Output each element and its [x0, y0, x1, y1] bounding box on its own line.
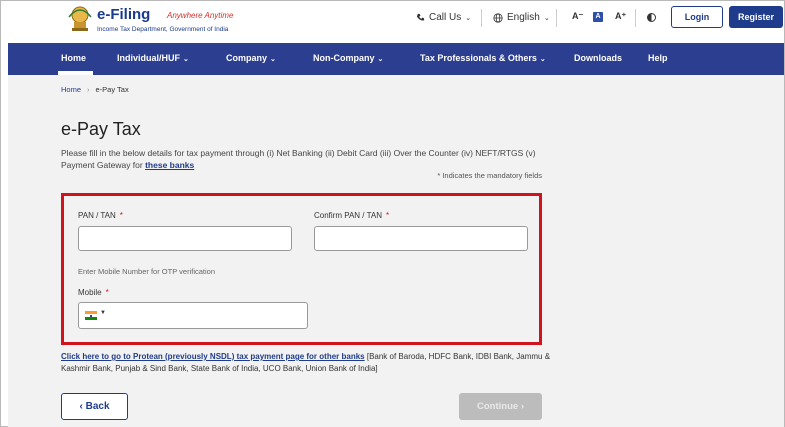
national-emblem-icon — [68, 6, 92, 31]
protean-link[interactable]: Click here to go to Protean (previously … — [61, 352, 365, 361]
country-dropdown-caret-icon[interactable]: ▼ — [100, 310, 106, 316]
nav-item-home[interactable]: Home — [61, 53, 86, 63]
page-description: Please fill in the below details for tax… — [61, 147, 551, 171]
these-banks-link[interactable]: these banks — [145, 160, 194, 170]
nav-item-individual-huf[interactable]: Individual/HUF ⌄ — [117, 53, 189, 63]
normal-font-button[interactable]: A — [593, 12, 603, 22]
pan-label-text: PAN / TAN — [78, 211, 116, 220]
chevron-down-icon: ⌄ — [543, 14, 550, 22]
mobile-input[interactable] — [111, 305, 301, 326]
globe-icon — [493, 12, 503, 23]
chevron-down-icon: ⌄ — [377, 56, 384, 63]
breadcrumb: Home › e-Pay Tax — [61, 85, 129, 94]
register-button[interactable]: Register — [729, 6, 783, 28]
language-selector[interactable]: English ⌄ — [493, 12, 550, 23]
nav-item-label: Non-Company — [313, 53, 375, 63]
protean-note: Click here to go to Protean (previously … — [61, 351, 551, 375]
pan-mobile-form: PAN / TAN * Confirm PAN / TAN * Enter Mobi… — [61, 193, 542, 345]
language-label: English — [507, 12, 540, 23]
continue-button[interactable]: Continue › — [459, 393, 542, 420]
nav-item-downloads[interactable]: Downloads — [574, 53, 622, 63]
breadcrumb-current: e-Pay Tax — [95, 85, 129, 94]
otp-hint: Enter Mobile Number for OTP verification — [78, 267, 215, 276]
call-us-label: Call Us — [429, 12, 462, 23]
logo-subtitle: Income Tax Department, Government of Ind… — [97, 26, 229, 33]
flag-chakra — [89, 314, 92, 317]
phone-icon — [416, 13, 425, 21]
breadcrumb-home[interactable]: Home — [61, 85, 81, 94]
site-header: e-Filing Anywhere Anytime Income Tax Dep… — [1, 1, 784, 43]
india-flag-icon[interactable] — [85, 311, 97, 320]
nav-item-tax-professionals[interactable]: Tax Professionals & Others ⌄ — [420, 53, 546, 63]
chevron-down-icon: ⌄ — [539, 56, 546, 63]
nav-item-label: Tax Professionals & Others — [420, 53, 537, 63]
required-mark: * — [119, 211, 123, 220]
required-mark: * — [105, 288, 109, 297]
call-us-menu[interactable]: Call Us ⌄ — [416, 12, 471, 23]
header-divider — [635, 9, 636, 27]
login-button[interactable]: Login — [671, 6, 723, 28]
nav-item-label: Individual/HUF — [117, 53, 180, 63]
chevron-down-icon: ⌄ — [465, 14, 472, 22]
nav-item-label: Company — [226, 53, 268, 63]
required-mark: * — [386, 211, 390, 220]
logo-title: e-Filing — [97, 6, 151, 23]
efiling-logo[interactable]: e-Filing Anywhere Anytime Income Tax Dep… — [67, 5, 233, 37]
pan-input[interactable] — [78, 226, 292, 251]
nav-item-help[interactable]: Help — [648, 53, 668, 63]
confirm-pan-label-text: Confirm PAN / TAN — [314, 211, 383, 220]
logo-tagline: Anywhere Anytime — [167, 11, 234, 20]
mobile-field: ▼ — [78, 302, 308, 329]
nav-item-non-company[interactable]: Non-Company ⌄ — [313, 53, 383, 63]
confirm-pan-input[interactable] — [314, 226, 528, 251]
mandatory-note: * Indicates the mandatory fields — [437, 171, 542, 180]
mobile-label: Mobile * — [78, 288, 109, 297]
main-content: Home › e-Pay Tax e-Pay Tax Please fill in … — [8, 75, 784, 427]
decrease-font-button[interactable]: A⁻ — [572, 11, 583, 22]
header-divider — [481, 9, 482, 27]
increase-font-button[interactable]: A⁺ — [615, 11, 626, 22]
page-title: e-Pay Tax — [61, 119, 141, 139]
mobile-label-text: Mobile — [78, 288, 102, 297]
description-text: Please fill in the below details for tax… — [61, 148, 536, 170]
breadcrumb-separator: › — [87, 85, 90, 94]
nav-item-company[interactable]: Company ⌄ — [226, 53, 276, 63]
contrast-toggle-icon[interactable] — [647, 13, 656, 22]
chevron-down-icon: ⌄ — [183, 56, 189, 63]
pan-label: PAN / TAN * — [78, 211, 123, 220]
header-divider — [556, 9, 557, 27]
chevron-down-icon: ⌄ — [270, 56, 276, 63]
main-navigation: Home Individual/HUF ⌄ Company ⌄ Non-Compan… — [8, 43, 784, 75]
confirm-pan-label: Confirm PAN / TAN * — [314, 211, 389, 220]
back-button[interactable]: ‹ Back — [61, 393, 128, 420]
